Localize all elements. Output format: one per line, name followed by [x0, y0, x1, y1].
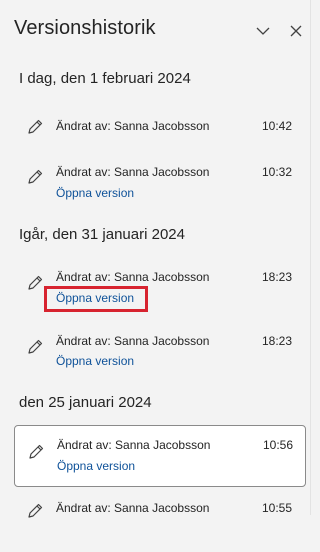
- open-version-link[interactable]: Öppna version: [57, 459, 135, 473]
- date-heading: I dag, den 1 februari 2024: [19, 70, 191, 87]
- version-history-panel: Versionshistorik I dag, den 1 februari 2…: [0, 0, 311, 518]
- close-icon: [290, 25, 302, 37]
- version-time: 18:23: [261, 270, 292, 284]
- version-item-selected[interactable]: Ändrat av: Sanna Jacobsson 10:56 Öppna v…: [14, 425, 306, 487]
- version-time: 10:42: [261, 119, 292, 133]
- pencil-icon: [28, 339, 43, 354]
- version-time: 10:56: [262, 438, 293, 452]
- pencil-icon: [28, 503, 43, 518]
- version-author: Ändrat av: Sanna Jacobsson: [56, 334, 210, 348]
- open-version-link[interactable]: Öppna version: [56, 354, 134, 368]
- version-time: 10:55: [261, 501, 292, 515]
- scrollbar-track[interactable]: [310, 0, 319, 515]
- version-item[interactable]: Ändrat av: Sanna Jacobsson 18:23 Öppna v…: [14, 323, 306, 383]
- pencil-icon: [29, 444, 44, 459]
- pencil-icon: [28, 275, 43, 290]
- date-heading: Igår, den 31 januari 2024: [19, 226, 185, 243]
- pencil-icon: [28, 169, 43, 184]
- version-author: Ändrat av: Sanna Jacobsson: [56, 270, 210, 284]
- date-heading: den 25 januari 2024: [19, 394, 152, 411]
- version-item[interactable]: Ändrat av: Sanna Jacobsson 10:32 Öppna v…: [14, 155, 306, 215]
- version-author: Ändrat av: Sanna Jacobsson: [56, 501, 210, 515]
- chevron-down-icon: [256, 27, 270, 35]
- panel-header: Versionshistorik: [0, 0, 311, 60]
- panel-title: Versionshistorik: [14, 17, 156, 39]
- version-item[interactable]: Ändrat av: Sanna Jacobsson 10:55: [14, 492, 306, 552]
- version-time: 18:23: [261, 334, 292, 348]
- pencil-icon: [28, 119, 43, 134]
- version-time: 10:32: [261, 165, 292, 179]
- version-author: Ändrat av: Sanna Jacobsson: [57, 438, 211, 452]
- version-author: Ändrat av: Sanna Jacobsson: [56, 165, 210, 179]
- open-version-link[interactable]: Öppna version: [56, 186, 134, 200]
- collapse-button[interactable]: [253, 21, 273, 41]
- highlight-box: [44, 286, 148, 312]
- close-button[interactable]: [286, 21, 306, 41]
- version-author: Ändrat av: Sanna Jacobsson: [56, 119, 210, 133]
